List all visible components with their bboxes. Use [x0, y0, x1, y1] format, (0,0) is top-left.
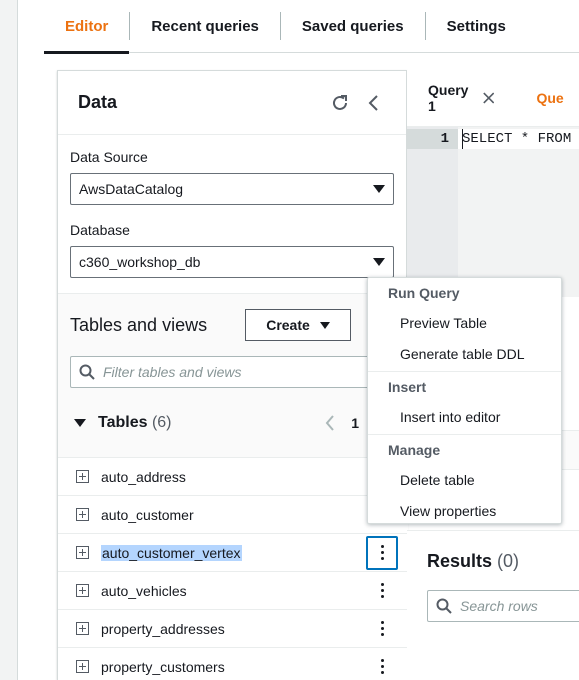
code-line[interactable]: SELECT * FROM [462, 129, 571, 149]
editor-toolbar-stub [560, 430, 579, 470]
line-gutter [407, 127, 458, 297]
data-panel: Data Data Source AwsDataCatalog Database… [57, 70, 408, 680]
more-actions-icon[interactable] [366, 574, 398, 608]
expand-plus-icon[interactable] [76, 622, 89, 635]
query-tab-active[interactable]: Que [515, 70, 579, 127]
data-source-select[interactable]: AwsDataCatalog [70, 173, 394, 205]
query-tab[interactable]: Query 1 [407, 70, 515, 127]
editor-tab-bar: Query 1 Que [407, 70, 579, 127]
table-actions-menu: Run Query Preview Table Generate table D… [367, 277, 562, 524]
table-row[interactable]: auto_customer [58, 496, 408, 534]
table-name: auto_address [101, 468, 186, 485]
filter-tables-input[interactable]: Filter tables and views [70, 356, 370, 388]
expand-plus-icon[interactable] [76, 584, 89, 597]
menu-item-delete-table[interactable]: Delete table [368, 465, 561, 496]
table-row-selected[interactable]: auto_customer_vertex [58, 534, 408, 572]
results-title: Results (0) [427, 551, 519, 572]
table-name: auto_vehicles [101, 582, 187, 599]
menu-item-generate-ddl[interactable]: Generate table DDL [368, 339, 561, 370]
tab-recent-queries[interactable]: Recent queries [130, 0, 280, 53]
tab-settings[interactable]: Settings [426, 0, 527, 53]
database-select[interactable]: c360_workshop_db [70, 246, 394, 278]
text-cursor [462, 129, 463, 149]
page-number[interactable]: 1 [351, 415, 359, 431]
tables-count: (6) [151, 413, 172, 431]
tables-group-title: Tables (6) [98, 414, 325, 432]
table-name: property_addresses [101, 620, 225, 637]
results-panel: Results (0) Search rows [407, 530, 579, 680]
more-actions-icon[interactable] [366, 650, 398, 680]
search-rows-input[interactable]: Search rows [427, 590, 579, 622]
tables-and-views-section: Tables and views Create Filter tables an… [58, 293, 408, 680]
results-count: (0) [497, 551, 520, 571]
expand-plus-icon[interactable] [76, 546, 89, 559]
menu-group-manage: Manage Delete table View properties [368, 435, 561, 528]
more-actions-icon[interactable] [366, 612, 398, 646]
more-actions-icon[interactable] [366, 535, 398, 570]
expand-triangle-icon[interactable] [74, 418, 86, 427]
chevron-left-icon[interactable] [325, 414, 335, 431]
caret-down-icon [319, 321, 330, 329]
tables-label: Tables [98, 413, 148, 431]
caret-down-icon [373, 258, 385, 266]
table-row[interactable]: property_addresses [58, 610, 408, 648]
menu-header: Insert [388, 379, 427, 395]
menu-group-run-query: Run Query Preview Table Generate table D… [368, 278, 561, 372]
data-panel-title: Data [78, 92, 118, 112]
expand-plus-icon[interactable] [76, 660, 89, 673]
tables-and-views-header: Tables and views Create [58, 294, 408, 356]
results-label: Results [427, 551, 493, 571]
tables-and-views-title: Tables and views [70, 314, 208, 335]
query-editor[interactable]: 1 SELECT * FROM [407, 127, 579, 297]
database-label: Database [70, 222, 130, 238]
menu-item-preview-table[interactable]: Preview Table [368, 308, 561, 339]
table-row[interactable]: auto_vehicles [58, 572, 408, 610]
top-tab-bar: Editor Recent queries Saved queries Sett… [44, 0, 579, 54]
create-button-label: Create [266, 317, 310, 333]
table-row[interactable]: property_customers [58, 648, 408, 680]
create-button[interactable]: Create [245, 309, 351, 341]
close-icon[interactable] [483, 91, 495, 105]
table-name: auto_customer [101, 506, 194, 523]
tab-editor[interactable]: Editor [44, 0, 130, 54]
data-source-value: AwsDataCatalog [79, 181, 184, 197]
menu-item-insert-into-editor[interactable]: Insert into editor [368, 402, 561, 433]
query-tab-label: Query 1 [428, 82, 469, 114]
data-panel-header: Data [58, 71, 406, 135]
data-source-label: Data Source [70, 149, 148, 165]
menu-group-insert: Insert Insert into editor [368, 372, 561, 435]
expand-plus-icon[interactable] [76, 508, 89, 521]
line-number: 1 [440, 131, 449, 147]
search-icon [79, 364, 95, 380]
table-row[interactable]: auto_address [58, 458, 408, 496]
table-name: auto_customer_vertex [101, 544, 242, 561]
expand-plus-icon[interactable] [76, 470, 89, 483]
menu-header: Manage [388, 442, 441, 458]
caret-down-icon [373, 185, 385, 193]
refresh-icon[interactable] [328, 91, 352, 115]
database-value: c360_workshop_db [79, 254, 201, 270]
collapse-panel-icon[interactable] [362, 91, 386, 115]
menu-header: Run Query [388, 285, 460, 301]
filter-placeholder: Filter tables and views [103, 364, 242, 380]
search-rows-placeholder: Search rows [460, 598, 538, 614]
tab-saved-queries[interactable]: Saved queries [281, 0, 425, 53]
tables-pager: 1 [325, 415, 359, 431]
tables-group-header[interactable]: Tables (6) 1 [58, 388, 408, 458]
search-icon [436, 598, 452, 614]
table-name: property_customers [101, 658, 225, 675]
menu-item-view-properties[interactable]: View properties [368, 496, 561, 527]
